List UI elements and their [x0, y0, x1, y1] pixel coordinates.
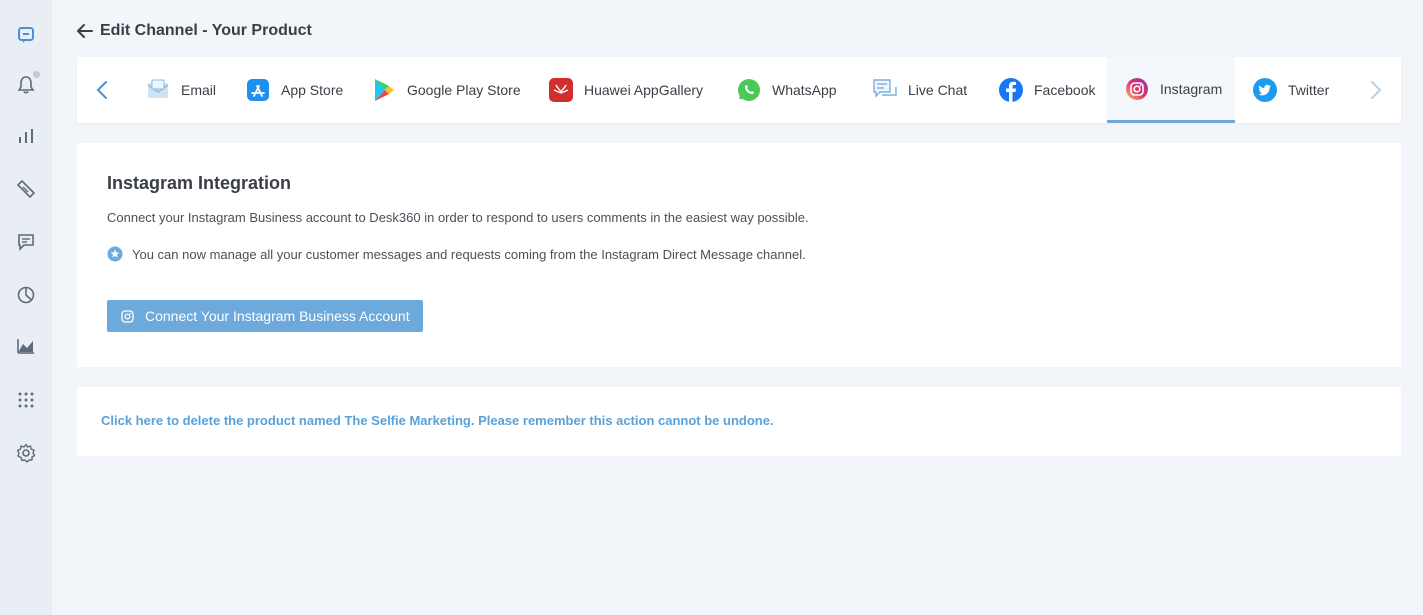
tab-twitter[interactable]: Twitter: [1252, 57, 1329, 123]
tab-huawei[interactable]: Huawei AppGallery: [548, 57, 703, 123]
star-badge-icon: [107, 246, 123, 262]
integration-description: Connect your Instagram Business account …: [107, 210, 809, 225]
tabs-prev-button[interactable]: [77, 57, 127, 123]
tab-facebook[interactable]: Facebook: [998, 57, 1095, 123]
page-header: Edit Channel - Your Product: [76, 19, 312, 43]
chevron-right-icon: [1371, 81, 1382, 99]
integration-card: Instagram Integration Connect your Insta…: [77, 143, 1401, 367]
area-chart-icon[interactable]: [15, 335, 37, 357]
bell-icon[interactable]: [15, 71, 40, 96]
delete-product-link[interactable]: Click here to delete the product named T…: [101, 413, 774, 428]
notification-dot: [33, 71, 40, 78]
delete-card: Click here to delete the product named T…: [77, 387, 1401, 456]
tab-instagram[interactable]: Instagram: [1107, 57, 1235, 123]
bar-chart-icon[interactable]: [15, 125, 37, 147]
tab-whatsapp[interactable]: WhatsApp: [736, 57, 837, 123]
instagram-icon: [121, 309, 134, 323]
google-play-icon: [371, 77, 397, 103]
page-title: Edit Channel - Your Product: [100, 22, 312, 39]
app-store-icon: [245, 77, 271, 103]
email-icon: [145, 77, 171, 103]
tab-email[interactable]: Email: [145, 57, 216, 123]
tab-live-chat[interactable]: Live Chat: [872, 57, 967, 123]
tab-app-store[interactable]: App Store: [245, 57, 343, 123]
live-chat-icon: [872, 77, 898, 103]
tab-label: Live Chat: [908, 82, 968, 98]
ticket-icon[interactable]: [15, 178, 37, 200]
instagram-icon: [1124, 76, 1150, 102]
facebook-icon: [998, 77, 1024, 103]
integration-title: Instagram Integration: [107, 173, 292, 193]
tab-label: App Store: [281, 82, 344, 98]
huawei-icon: [548, 77, 574, 103]
connect-button-label: Connect Your Instagram Business Account: [145, 308, 410, 324]
sidebar: [0, 0, 52, 615]
chevron-left-icon: [96, 81, 107, 99]
message-icon[interactable]: [15, 231, 37, 253]
tab-label: Instagram: [1160, 80, 1223, 97]
tab-label: Twitter: [1288, 82, 1330, 98]
pie-chart-icon[interactable]: [15, 284, 37, 306]
tabs-next-button[interactable]: [1351, 57, 1401, 123]
whatsapp-icon: [736, 77, 762, 103]
back-arrow-icon[interactable]: [76, 22, 94, 40]
info-text: You can now manage all your customer mes…: [132, 246, 806, 262]
tab-label: Google Play Store: [407, 82, 521, 98]
apps-grid-icon[interactable]: [15, 389, 37, 411]
tab-label: WhatsApp: [772, 82, 837, 98]
channel-tabs: Email App Store Google Play Store Huawei…: [77, 57, 1401, 123]
tab-label: Facebook: [1034, 82, 1096, 98]
chat-bubble-icon[interactable]: [15, 24, 37, 46]
tab-label: Huawei AppGallery: [584, 82, 704, 98]
tab-label: Email: [181, 82, 217, 98]
gear-icon[interactable]: [15, 442, 37, 464]
connect-instagram-button[interactable]: Connect Your Instagram Business Account: [107, 300, 423, 332]
info-row: You can now manage all your customer mes…: [107, 246, 806, 262]
twitter-icon: [1252, 77, 1278, 103]
tab-google-play[interactable]: Google Play Store: [371, 57, 521, 123]
